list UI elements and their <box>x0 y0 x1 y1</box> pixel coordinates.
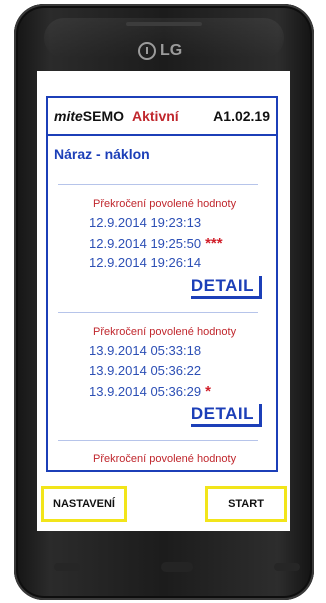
event-title: Překročení povolené hodnoty <box>93 326 237 338</box>
version-label: A1.02.19 <box>213 108 270 124</box>
status-label: Aktivní <box>132 108 179 124</box>
event-time: 12.9.2014 19:25:50 *** <box>89 235 223 252</box>
lg-logo-icon <box>138 42 156 60</box>
event-time: 12.9.2014 19:23:13 <box>89 215 201 230</box>
event-time-text: 13.9.2014 05:36:29 <box>89 384 202 399</box>
back-key-icon[interactable] <box>54 563 80 571</box>
event-group: Překročení povolené hodnoty <box>48 453 276 470</box>
event-title: Překročení povolené hodnoty <box>93 198 237 210</box>
list-divider <box>58 440 258 441</box>
section-title: Náraz - náklon <box>54 146 150 162</box>
hardware-softkeys <box>54 552 300 582</box>
event-time-text: 12.9.2014 19:26:14 <box>89 255 202 270</box>
menu-key-icon[interactable] <box>274 563 300 571</box>
event-title: Překročení povolené hodnoty <box>93 453 237 465</box>
event-time: 12.9.2014 19:26:14 <box>89 255 201 270</box>
home-key-icon[interactable] <box>161 562 193 572</box>
event-time-text: 13.9.2014 05:36:22 <box>89 363 202 378</box>
start-button[interactable]: START <box>205 486 287 522</box>
earpiece-speaker <box>126 22 202 26</box>
lg-logo-text: LG <box>160 42 183 59</box>
brand-suffix: SEMO <box>82 108 125 124</box>
header-divider <box>48 134 276 136</box>
list-divider <box>58 184 258 185</box>
list-divider <box>58 312 258 313</box>
severity-stars: * <box>205 383 211 400</box>
detail-button[interactable]: DETAIL <box>190 404 262 427</box>
event-time: 13.9.2014 05:36:22 <box>89 363 201 378</box>
stage: LG miteSEMO Aktivní A1.02.19 Náraz - nák… <box>0 0 326 603</box>
event-group: Překročení povolené hodnoty 12.9.2014 19… <box>48 198 276 308</box>
event-group: Překročení povolené hodnoty 13.9.2014 05… <box>48 326 276 436</box>
app-brand: miteSEMO <box>54 108 124 124</box>
settings-button[interactable]: NASTAVENÍ <box>41 486 127 522</box>
event-list[interactable]: Překročení povolené hodnoty 12.9.2014 19… <box>48 178 276 470</box>
detail-button[interactable]: DETAIL <box>190 276 262 299</box>
event-time-text: 12.9.2014 19:25:50 <box>89 236 202 251</box>
event-time-text: 12.9.2014 19:23:13 <box>89 215 202 230</box>
brand-prefix: mite <box>54 108 83 124</box>
event-time-text: 13.9.2014 05:33:18 <box>89 343 202 358</box>
event-time: 13.9.2014 05:33:18 <box>89 343 201 358</box>
severity-stars: *** <box>205 235 223 252</box>
event-time: 13.9.2014 05:36:29 * <box>89 383 211 400</box>
brand-logo: LG <box>138 40 182 62</box>
screen: miteSEMO Aktivní A1.02.19 Náraz - náklon… <box>37 71 290 531</box>
app-header: miteSEMO Aktivní A1.02.19 <box>48 98 276 134</box>
main-panel: miteSEMO Aktivní A1.02.19 Náraz - náklon… <box>46 96 278 472</box>
